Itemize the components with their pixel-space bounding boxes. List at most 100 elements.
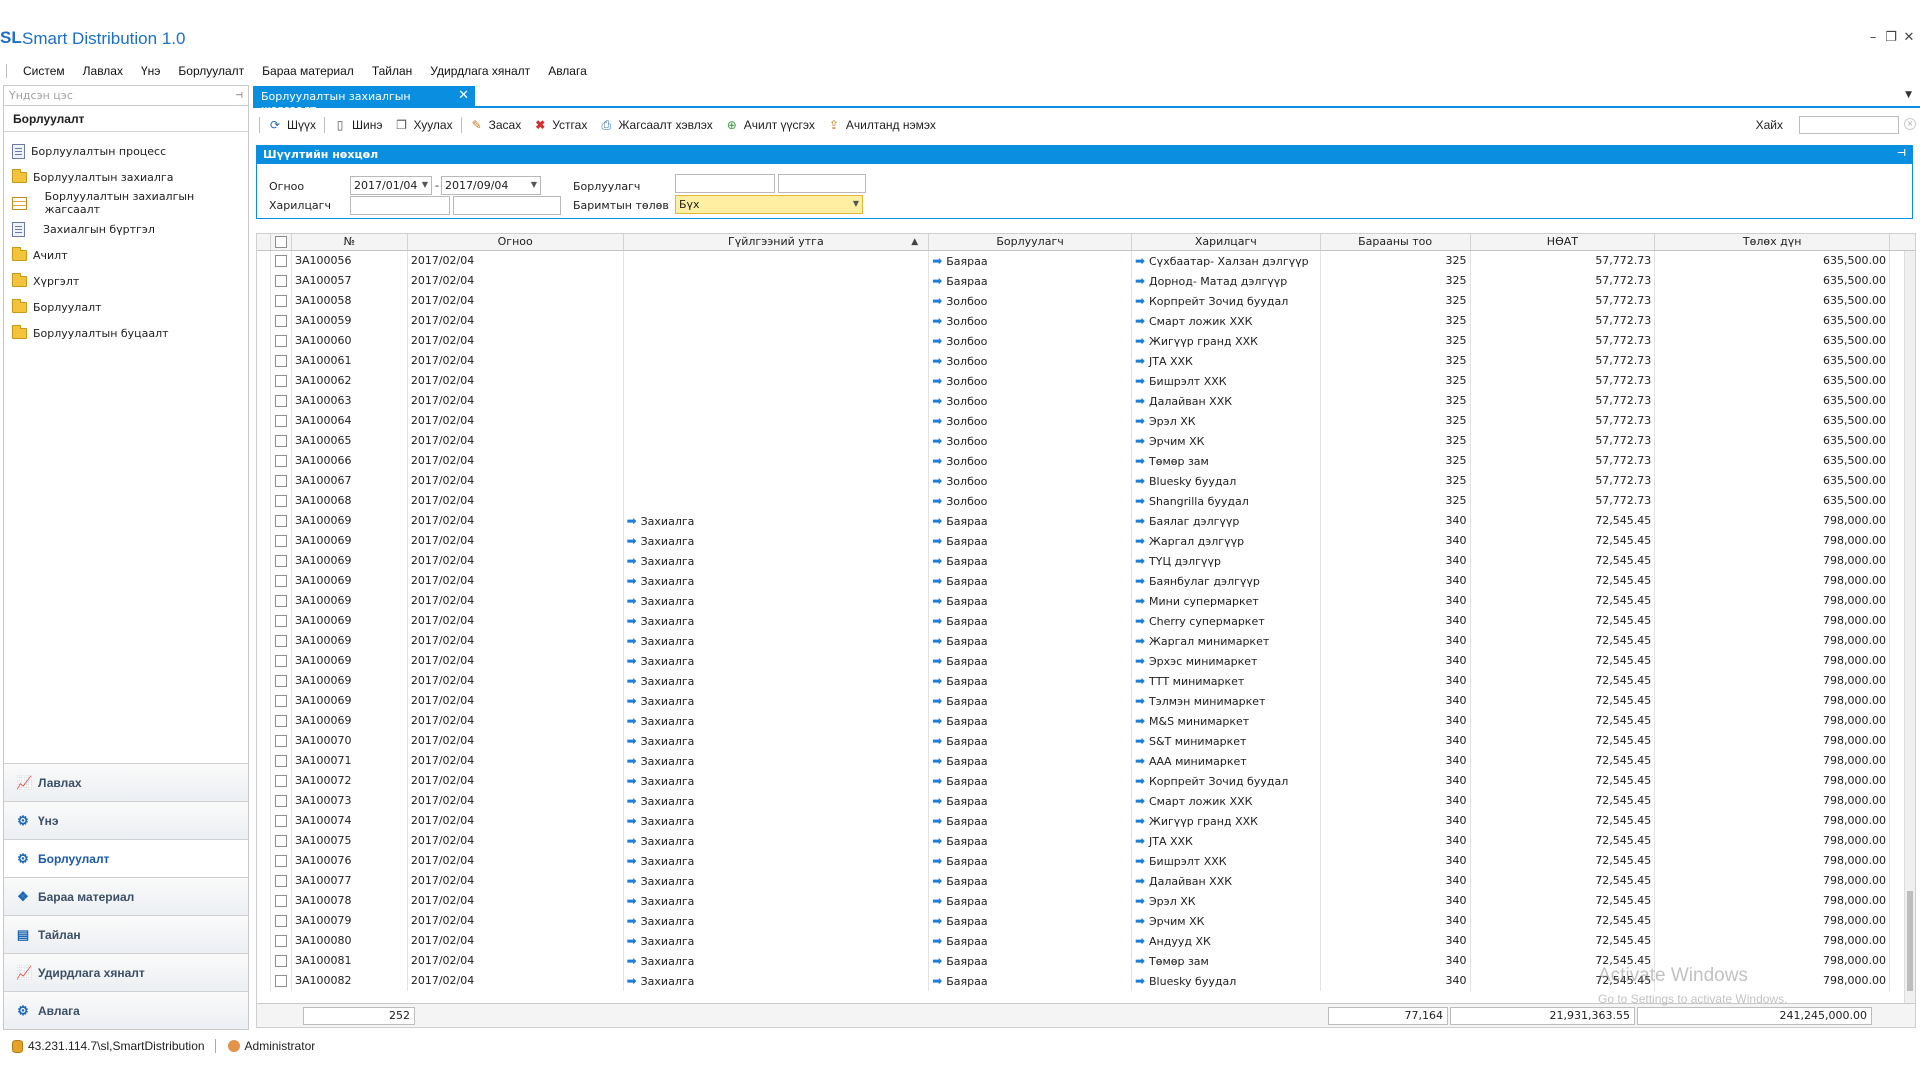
- table-row[interactable]: ЗА100069 2017/02/04 ➡ Захиалга ➡ Баяраа ➡ Жарга…: [257, 631, 1915, 651]
- add-to-shipment-button[interactable]: ⇪ Ачилтанд нэмэх: [821, 114, 942, 136]
- table-row[interactable]: ЗА100069 2017/02/04 ➡ Захиалга ➡ Баяраа ➡ Мини …: [257, 591, 1915, 611]
- create-shipment-button[interactable]: ⊕ Ачилт үүсгэх: [719, 114, 821, 136]
- table-row[interactable]: ЗА100077 2017/02/04 ➡ Захиалга ➡ Баяраа ➡ Далай…: [257, 871, 1915, 891]
- column-header-number[interactable]: №: [292, 234, 408, 250]
- table-row[interactable]: ЗА100080 2017/02/04 ➡ Захиалга ➡ Баяраа ➡ Андуу…: [257, 931, 1915, 951]
- table-row[interactable]: ЗА100069 2017/02/04 ➡ Захиалга ➡ Баяраа ➡ Тэлмэ…: [257, 691, 1915, 711]
- nav-inventory[interactable]: ❖ Бараа материал: [4, 877, 248, 915]
- row-checkbox[interactable]: [274, 575, 287, 587]
- column-header-seller[interactable]: Борлуулагч: [929, 234, 1132, 250]
- table-row[interactable]: ЗА100062 2017/02/04 ➡ Золбоо ➡ Бишрэлт ХХК 325…: [257, 371, 1915, 391]
- row-checkbox[interactable]: [274, 735, 287, 747]
- table-row[interactable]: ЗА100064 2017/02/04 ➡ Золбоо ➡ Эрэл ХК 325 57,7…: [257, 411, 1915, 431]
- new-button[interactable]: ▯ Шинэ: [327, 114, 388, 136]
- clear-search-icon[interactable]: ×: [1904, 118, 1916, 130]
- table-row[interactable]: ЗА100065 2017/02/04 ➡ Золбоо ➡ Эрчим ХК 325 57,…: [257, 431, 1915, 451]
- row-checkbox[interactable]: [274, 875, 287, 887]
- table-row[interactable]: ЗА100079 2017/02/04 ➡ Захиалга ➡ Баяраа ➡ Эрчим…: [257, 911, 1915, 931]
- row-checkbox[interactable]: [274, 715, 287, 727]
- table-row[interactable]: ЗА100069 2017/02/04 ➡ Захиалга ➡ Баяраа ➡ Баянб…: [257, 571, 1915, 591]
- table-row[interactable]: ЗА100073 2017/02/04 ➡ Захиалга ➡ Баяраа ➡ Смарт…: [257, 791, 1915, 811]
- table-row[interactable]: ЗА100060 2017/02/04 ➡ Золбоо ➡ Жигүүр гранд Х…: [257, 331, 1915, 351]
- table-row[interactable]: ЗА100057 2017/02/04 ➡ Баяраа ➡ Дорнод- Матад …: [257, 271, 1915, 291]
- customer-code-input[interactable]: [350, 196, 450, 215]
- row-checkbox[interactable]: [274, 975, 287, 987]
- row-checkbox[interactable]: [274, 535, 287, 547]
- table-row[interactable]: ЗА100070 2017/02/04 ➡ Захиалга ➡ Баяраа ➡ S&T м…: [257, 731, 1915, 751]
- table-row[interactable]: ЗА100069 2017/02/04 ➡ Захиалга ➡ Баяраа ➡ ТҮЦ д…: [257, 551, 1915, 571]
- chevron-down-icon[interactable]: ▼: [422, 180, 428, 189]
- table-row[interactable]: ЗА100074 2017/02/04 ➡ Захиалга ➡ Баяраа ➡ Жигүү…: [257, 811, 1915, 831]
- row-checkbox[interactable]: [274, 495, 287, 507]
- filter-button[interactable]: ⟳ Шүүх: [262, 114, 322, 136]
- restore-button[interactable]: ❐: [1882, 30, 1900, 45]
- edit-button[interactable]: ✎ Засах: [464, 114, 528, 136]
- tree-item-sales-order[interactable]: Борлуулалтын захиалга: [4, 164, 248, 190]
- row-checkbox[interactable]: [274, 415, 287, 427]
- column-header-vat[interactable]: НӨАТ: [1471, 234, 1656, 250]
- pin-icon[interactable]: ⊣: [235, 91, 243, 101]
- row-checkbox[interactable]: [274, 435, 287, 447]
- tree-item-shipment[interactable]: Ачилт: [4, 242, 248, 268]
- tab-sales-order-list[interactable]: Борлуулалтын захиалгын жагсаалт ✕: [253, 86, 475, 116]
- row-checkbox[interactable]: [274, 255, 287, 267]
- menu-item-report[interactable]: Тайлан: [363, 64, 421, 78]
- column-header-amount[interactable]: Төлөх дүн: [1655, 234, 1890, 250]
- menu-item-sales[interactable]: Борлуулалт: [169, 64, 253, 78]
- row-checkbox[interactable]: [274, 295, 287, 307]
- menu-item-management[interactable]: Удирдлага хяналт: [421, 64, 539, 78]
- table-row[interactable]: ЗА100069 2017/02/04 ➡ Захиалга ➡ Баяраа ➡ Баяла…: [257, 511, 1915, 531]
- row-checkbox[interactable]: [274, 615, 287, 627]
- row-checkbox[interactable]: [274, 795, 287, 807]
- table-row[interactable]: ЗА100058 2017/02/04 ➡ Золбоо ➡ Корпрейт Зочид…: [257, 291, 1915, 311]
- nav-reference[interactable]: 📈 Лавлах: [4, 763, 248, 801]
- row-checkbox[interactable]: [274, 915, 287, 927]
- payment-status-select[interactable]: Бүх ▼: [675, 195, 863, 214]
- select-all-checkbox[interactable]: [274, 236, 287, 248]
- table-row[interactable]: ЗА100072 2017/02/04 ➡ Захиалга ➡ Баяраа ➡ Корпр…: [257, 771, 1915, 791]
- nav-management[interactable]: 📈 Удирдлага хяналт: [4, 953, 248, 991]
- column-header-date[interactable]: Огноо: [408, 234, 624, 250]
- column-header-description[interactable]: Гүйлгээний утга ▲: [624, 234, 930, 250]
- table-row[interactable]: ЗА100056 2017/02/04 ➡ Баяраа ➡ Сүхбаатар- Хал…: [257, 251, 1915, 271]
- row-checkbox[interactable]: [274, 775, 287, 787]
- table-row[interactable]: ЗА100069 2017/02/04 ➡ Захиалга ➡ Баяраа ➡ Жарга…: [257, 531, 1915, 551]
- row-checkbox[interactable]: [274, 375, 287, 387]
- vertical-scrollbar[interactable]: [1904, 251, 1915, 1011]
- date-from-input[interactable]: 2017/01/04 ▼: [350, 176, 432, 195]
- row-checkbox[interactable]: [274, 555, 287, 567]
- menu-item-price[interactable]: Үнэ: [132, 64, 169, 78]
- seller-name-input[interactable]: [778, 174, 866, 193]
- row-checkbox[interactable]: [274, 855, 287, 867]
- date-to-input[interactable]: 2017/09/04 ▼: [441, 176, 541, 195]
- table-row[interactable]: ЗА100076 2017/02/04 ➡ Захиалга ➡ Баяраа ➡ Бишрэ…: [257, 851, 1915, 871]
- tree-item-delivery[interactable]: Хүргэлт: [4, 268, 248, 294]
- nav-report[interactable]: ▤ Тайлан: [4, 915, 248, 953]
- header-select-all[interactable]: [271, 234, 292, 250]
- table-row[interactable]: ЗА100059 2017/02/04 ➡ Золбоо ➡ Смарт ложик ХХ…: [257, 311, 1915, 331]
- table-row[interactable]: ЗА100069 2017/02/04 ➡ Захиалга ➡ Баяраа ➡ M&S м…: [257, 711, 1915, 731]
- row-checkbox[interactable]: [274, 935, 287, 947]
- row-checkbox[interactable]: [274, 675, 287, 687]
- print-list-button[interactable]: ⎙ Жагсаалт хэвлэх: [593, 114, 718, 136]
- delete-button[interactable]: ✖ Устгах: [527, 114, 593, 136]
- table-row[interactable]: ЗА100069 2017/02/04 ➡ Захиалга ➡ Баяраа ➡ Cherr…: [257, 611, 1915, 631]
- table-row[interactable]: ЗА100071 2017/02/04 ➡ Захиалга ➡ Баяраа ➡ ААА м…: [257, 751, 1915, 771]
- table-row[interactable]: ЗА100075 2017/02/04 ➡ Захиалга ➡ Баяраа ➡ ЈТА Х…: [257, 831, 1915, 851]
- table-row[interactable]: ЗА100068 2017/02/04 ➡ Золбоо ➡ Shangrilla буу…: [257, 491, 1915, 511]
- nav-sales[interactable]: ⚙ Борлуулалт: [4, 839, 248, 877]
- scrollbar-thumb[interactable]: [1907, 891, 1913, 991]
- row-checkbox[interactable]: [274, 595, 287, 607]
- customer-name-input[interactable]: [453, 196, 561, 215]
- table-row[interactable]: ЗА100069 2017/02/04 ➡ Захиалга ➡ Баяраа ➡ Эрхэс…: [257, 651, 1915, 671]
- row-checkbox[interactable]: [274, 815, 287, 827]
- row-checkbox[interactable]: [274, 515, 287, 527]
- chevron-down-icon[interactable]: ▼: [853, 199, 859, 208]
- copy-button[interactable]: ❐ Хуулах: [388, 114, 458, 136]
- menu-item-system[interactable]: Систем: [14, 64, 74, 78]
- table-row[interactable]: ЗА100078 2017/02/04 ➡ Захиалга ➡ Баяраа ➡ Эрэл …: [257, 891, 1915, 911]
- nav-receivables[interactable]: ⚙ Авлага: [4, 991, 248, 1029]
- row-checkbox[interactable]: [274, 355, 287, 367]
- search-input[interactable]: [1799, 116, 1899, 134]
- minimize-button[interactable]: –: [1864, 30, 1882, 45]
